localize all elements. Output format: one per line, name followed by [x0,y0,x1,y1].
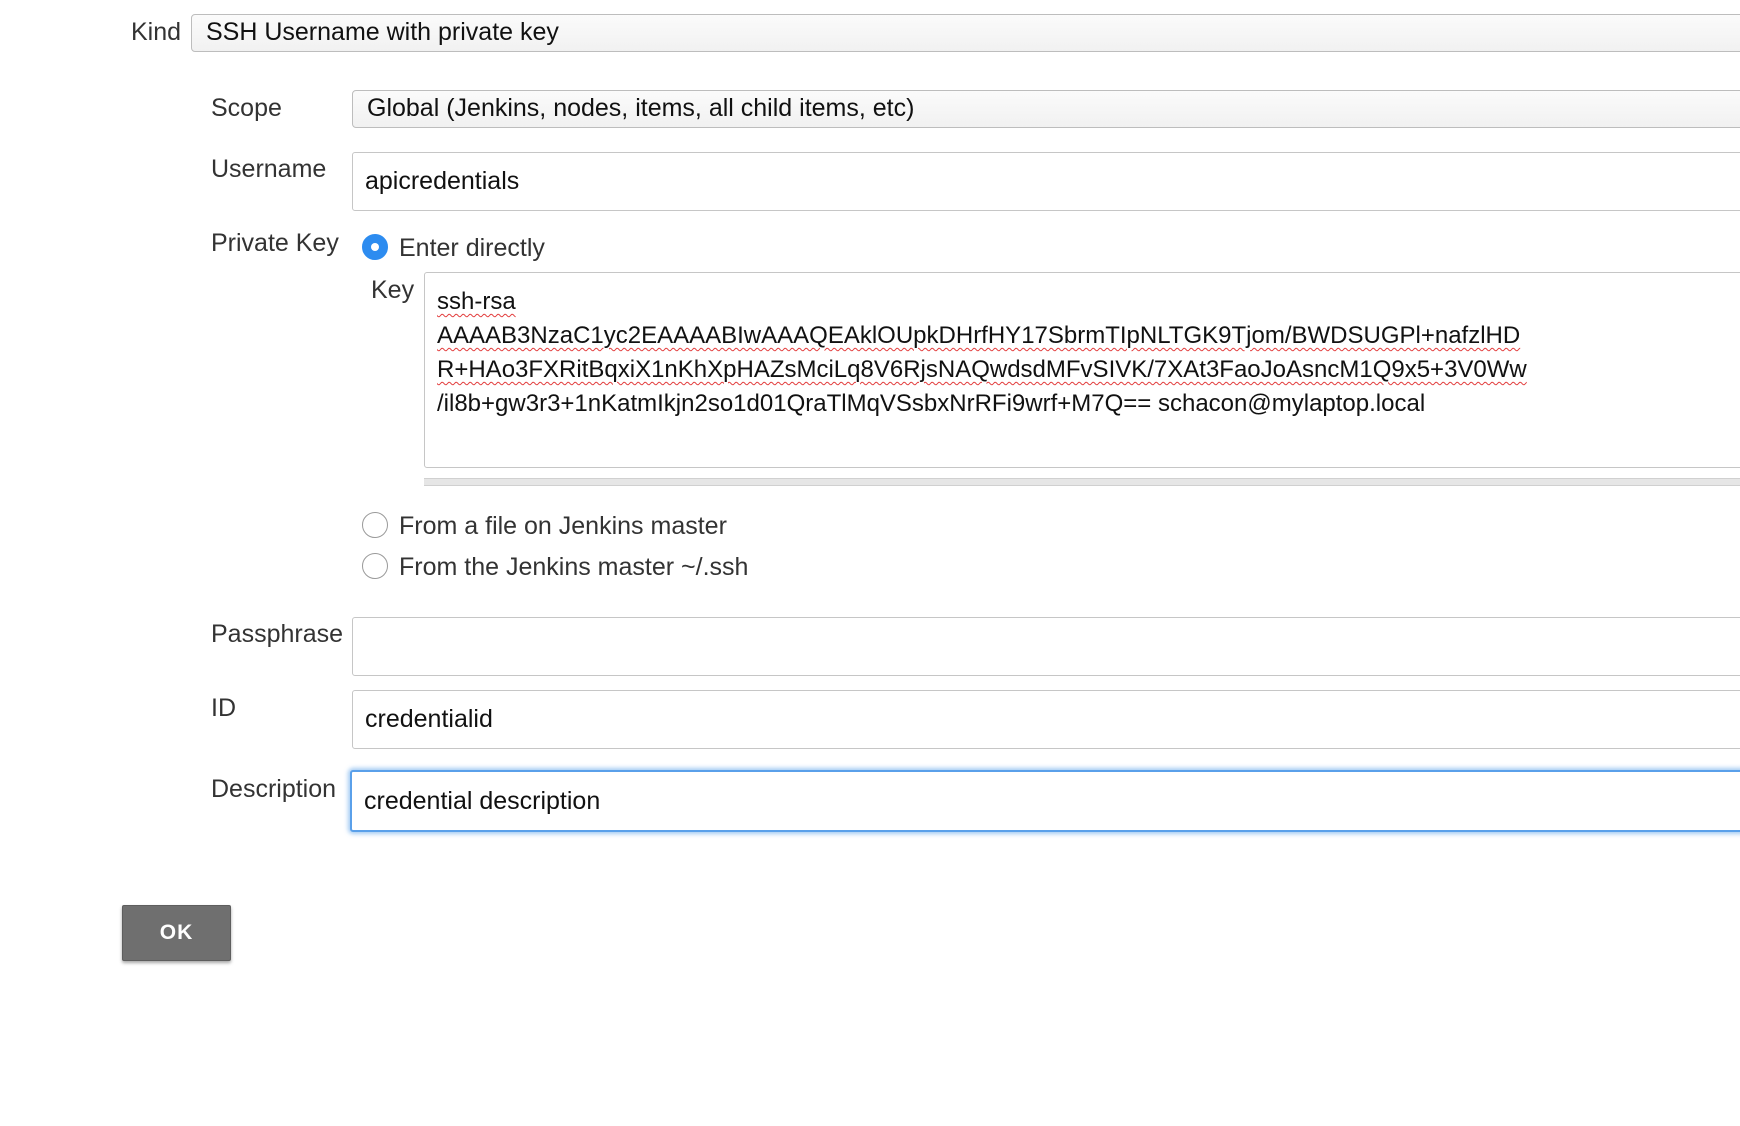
description-field[interactable]: credential description [350,770,1740,832]
key-line-text: /il8b+gw3r3+1nKatmIkjn2so1d01QraTlMqVSsb… [437,390,1426,417]
key-line-text: AAAAB3NzaC1yc2EAAAABIwAAAQEAklOUpkDHrfHY… [437,322,1521,349]
passphrase-field[interactable] [352,617,1740,676]
from-file-label[interactable]: From a file on Jenkins master [399,511,727,541]
private-key-label: Private Key [211,229,339,257]
kind-label: Kind [131,18,182,46]
key-line-text: ssh-rsa [437,288,516,315]
key-line-text: R+HAo3FXRitBqxiX1nKhXpHAZsMciLq8V6RjsNAQ… [437,356,1527,383]
key-line: ssh-rsa [437,285,1740,319]
enter-directly-radio[interactable] [362,234,388,260]
from-file-radio[interactable] [362,512,388,538]
credentials-form: Kind SSH Username with private key Scope… [0,0,1740,1126]
username-label: Username [211,155,327,183]
key-line: AAAAB3NzaC1yc2EAAAABIwAAAQEAklOUpkDHrfHY… [437,319,1740,353]
enter-directly-label[interactable]: Enter directly [399,233,545,263]
key-line: R+HAo3FXRitBqxiX1nKhXpHAZsMciLq8V6RjsNAQ… [437,353,1740,387]
key-line: /il8b+gw3r3+1nKatmIkjn2so1d01QraTlMqVSsb… [437,387,1740,421]
textarea-resize-handle[interactable] [424,478,1740,486]
id-label: ID [211,694,236,722]
private-key-textarea[interactable]: ssh-rsa AAAAB3NzaC1yc2EAAAABIwAAAQEAklOU… [424,272,1740,468]
from-ssh-dir-label[interactable]: From the Jenkins master ~/.ssh [399,552,748,582]
key-label: Key [371,276,415,304]
username-field[interactable]: apicredentials [352,152,1740,211]
kind-select[interactable]: SSH Username with private key [191,14,1740,52]
ok-button[interactable]: OK [122,905,231,961]
passphrase-label: Passphrase [211,620,344,648]
scope-label: Scope [211,94,282,122]
description-label: Description [211,775,337,803]
scope-select[interactable]: Global (Jenkins, nodes, items, all child… [352,90,1740,128]
id-field[interactable]: credentialid [352,690,1740,749]
from-ssh-dir-radio[interactable] [362,553,388,579]
